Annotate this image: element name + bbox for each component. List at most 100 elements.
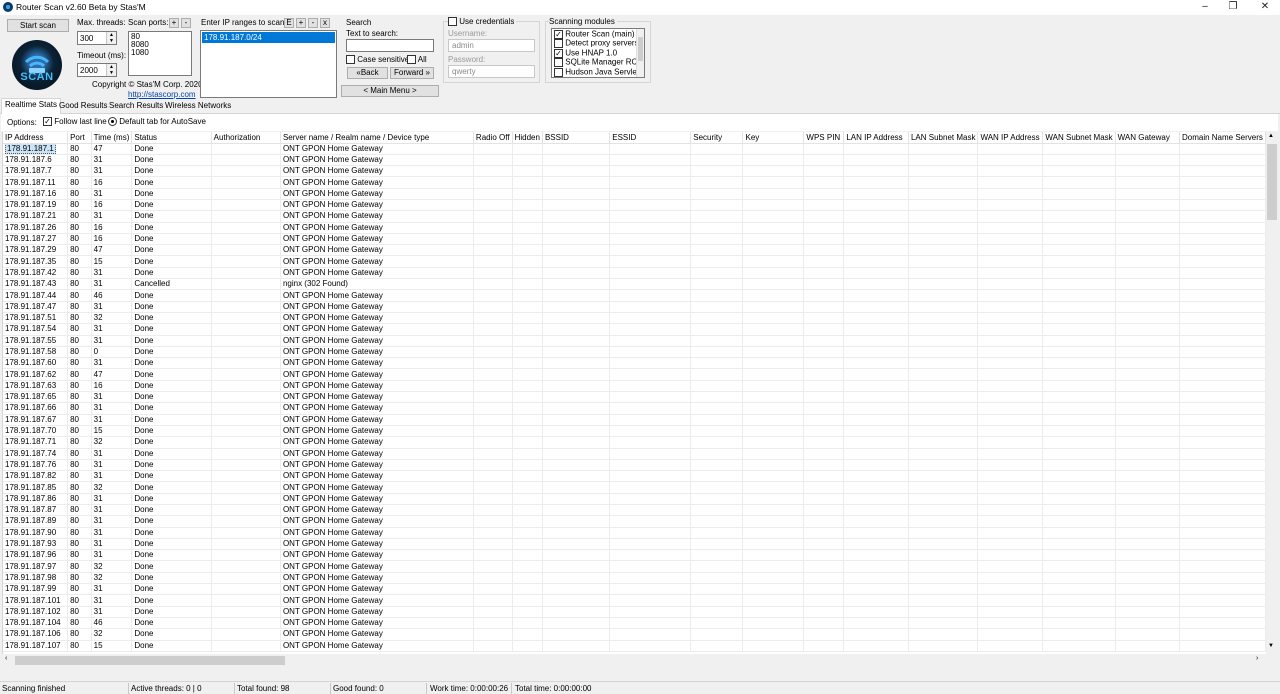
- tab-search-results[interactable]: Search Results: [106, 100, 166, 113]
- max-threads-field[interactable]: 300 ▲ ▼: [77, 31, 117, 45]
- table-row[interactable]: 178.91.187.60 80 31 Done ONT GPON Home Gatew…: [3, 357, 1266, 370]
- follow-last-line-checkbox[interactable]: ✓: [43, 117, 52, 127]
- column-header[interactable]: LAN Subnet Mask: [908, 132, 979, 144]
- back-button[interactable]: «Back: [347, 67, 388, 79]
- clear-ranges-button[interactable]: x: [320, 18, 330, 28]
- table-row[interactable]: 178.91.187.104 80 46 Done ONT GPON Home Gate…: [3, 617, 1266, 630]
- ip-ranges-list[interactable]: 178.91.187.0/24: [200, 30, 337, 98]
- column-header[interactable]: BSSID: [542, 132, 611, 144]
- table-row[interactable]: 178.91.187.96 80 31 Done ONT GPON Home Gatew…: [3, 549, 1266, 562]
- scroll-right-arrow[interactable]: ›: [1256, 655, 1258, 662]
- username-field[interactable]: admin: [448, 39, 535, 52]
- table-row[interactable]: 178.91.187.65 80 31 Done ONT GPON Home Gatew…: [3, 391, 1266, 404]
- table-row[interactable]: 178.91.187.86 80 31 Done ONT GPON Home Gatew…: [3, 493, 1266, 506]
- column-header[interactable]: Hidden: [512, 132, 543, 144]
- table-row[interactable]: 178.91.187.54 80 31 Done ONT GPON Home Gatew…: [3, 323, 1266, 336]
- column-header[interactable]: Radio Off: [473, 132, 513, 144]
- table-row[interactable]: 178.91.187.102 80 31 Done ONT GPON Home Gate…: [3, 606, 1266, 618]
- maximize-button[interactable]: ❐: [1220, 0, 1246, 15]
- close-button[interactable]: ✕: [1252, 0, 1278, 15]
- table-row[interactable]: 178.91.187.106 80 32 Done ONT GPON Home Gate…: [3, 628, 1266, 641]
- table-row[interactable]: 178.91.187.97 80 32 Done ONT GPON Home Gatew…: [3, 560, 1266, 573]
- column-header[interactable]: Key: [742, 132, 805, 144]
- default-tab-option[interactable]: Default tab for AutoSave: [108, 117, 206, 127]
- table-row[interactable]: 178.91.187.27 80 16 Done ONT GPON Home Gatew…: [3, 233, 1266, 246]
- column-header[interactable]: Time (ms): [91, 132, 133, 144]
- table-row[interactable]: 178.91.187.70 80 15 Done ONT GPON Home Gatew…: [3, 425, 1266, 438]
- table-row[interactable]: 178.91.187.89 80 31 Done ONT GPON Home Gatew…: [3, 515, 1266, 528]
- scroll-up-arrow[interactable]: ▲: [1268, 133, 1274, 139]
- table-row[interactable]: 178.91.187.55 80 31 Done ONT GPON Home Gatew…: [3, 335, 1266, 347]
- timeout-spinner[interactable]: ▲ ▼: [106, 64, 116, 76]
- table-row[interactable]: 178.91.187.82 80 31 Done ONT GPON Home Gatew…: [3, 470, 1266, 483]
- column-header[interactable]: LAN IP Address: [843, 132, 909, 144]
- add-range-button[interactable]: +: [296, 18, 306, 28]
- module-hudson[interactable]: Hudson Java Servlet: [554, 67, 642, 77]
- module-detect-proxy[interactable]: Detect proxy servers: [554, 39, 642, 49]
- main-menu-button[interactable]: < Main Menu >: [341, 85, 439, 97]
- table-row[interactable]: 178.91.187.26 80 16 Done ONT GPON Home Gatew…: [3, 222, 1266, 234]
- results-grid[interactable]: IP Address Port Time (ms) Status Authorizati…: [2, 132, 1266, 654]
- table-row[interactable]: 178.91.187.99 80 31 Done ONT GPON Home Gatew…: [3, 583, 1266, 596]
- add-port-button[interactable]: +: [169, 18, 179, 28]
- column-header[interactable]: WAN Gateway: [1115, 132, 1180, 144]
- follow-last-line-option[interactable]: ✓ Follow last line: [43, 117, 107, 127]
- module-hnap[interactable]: ✓ Use HNAP 1.0: [554, 49, 642, 58]
- use-credentials-option[interactable]: Use credentials: [448, 17, 517, 27]
- table-row[interactable]: 178.91.187.51 80 32 Done ONT GPON Home Gatew…: [3, 312, 1266, 325]
- table-row[interactable]: 178.91.187.63 80 16 Done ONT GPON Home Gatew…: [3, 380, 1266, 393]
- scroll-left-arrow[interactable]: ‹: [5, 655, 7, 662]
- max-threads-spinner[interactable]: ▲ ▼: [106, 32, 116, 44]
- vertical-scroll-thumb[interactable]: [1267, 144, 1277, 220]
- table-row[interactable]: 178.91.187.62 80 47 Done ONT GPON Home Gatew…: [3, 368, 1266, 381]
- table-row[interactable]: 178.91.187.71 80 32 Done ONT GPON Home Gatew…: [3, 436, 1266, 449]
- table-row[interactable]: 178.91.187.1 80 47 Done ONT GPON Home Gatewa…: [3, 143, 1266, 155]
- table-row[interactable]: 178.91.187.98 80 32 Done ONT GPON Home Gatew…: [3, 572, 1266, 585]
- column-header[interactable]: WAN IP Address: [977, 132, 1044, 144]
- modules-scrollbar[interactable]: [636, 29, 644, 77]
- table-row[interactable]: 178.91.187.21 80 31 Done ONT GPON Home Gatew…: [3, 210, 1266, 223]
- table-row[interactable]: 178.91.187.107 80 15 Done ONT GPON Home Gate…: [3, 640, 1266, 652]
- table-row[interactable]: 178.91.187.101 80 31 Done ONT GPON Home Gate…: [3, 594, 1266, 607]
- table-row[interactable]: 178.91.187.42 80 31 Done ONT GPON Home Gatew…: [3, 267, 1266, 280]
- column-header[interactable]: IP Address: [3, 132, 69, 144]
- timeout-field[interactable]: 2000 ▲ ▼: [77, 63, 117, 77]
- default-tab-radio[interactable]: [108, 117, 117, 127]
- horizontal-scroll-thumb[interactable]: [15, 656, 285, 665]
- remove-port-button[interactable]: -: [181, 18, 191, 28]
- ports-list[interactable]: 80 8080 1080: [128, 31, 192, 76]
- minimize-button[interactable]: –: [1192, 0, 1218, 15]
- column-header[interactable]: Authorization: [211, 132, 281, 144]
- table-row[interactable]: 178.91.187.11 80 16 Done ONT GPON Home Gatew…: [3, 176, 1266, 189]
- table-row[interactable]: 178.91.187.85 80 32 Done ONT GPON Home Gatew…: [3, 481, 1266, 494]
- scroll-down-arrow[interactable]: ▼: [1268, 643, 1274, 649]
- search-input[interactable]: [346, 39, 434, 52]
- column-header[interactable]: ESSID: [609, 132, 692, 144]
- table-row[interactable]: 178.91.187.47 80 31 Done ONT GPON Home Gatew…: [3, 301, 1266, 313]
- remove-range-button[interactable]: -: [308, 18, 318, 28]
- case-sensitive-checkbox[interactable]: [346, 55, 355, 65]
- column-header[interactable]: Security: [690, 132, 744, 144]
- start-scan-button[interactable]: Start scan: [7, 19, 69, 32]
- table-row[interactable]: 178.91.187.35 80 15 Done ONT GPON Home Gatew…: [3, 255, 1266, 268]
- column-header[interactable]: WPS PIN: [803, 132, 845, 144]
- port-item[interactable]: 1080: [131, 49, 189, 57]
- search-all-option[interactable]: All: [407, 55, 427, 65]
- case-sensitive-option[interactable]: Case sensitive: [346, 55, 409, 65]
- table-row[interactable]: 178.91.187.67 80 31 Done ONT GPON Home Gatew…: [3, 414, 1266, 426]
- modules-list[interactable]: ✓ Router Scan (main) Detect proxy server…: [551, 28, 645, 78]
- use-credentials-checkbox[interactable]: [448, 17, 457, 27]
- table-row[interactable]: 178.91.187.6 80 31 Done ONT GPON Home Gatewa…: [3, 154, 1266, 167]
- table-row[interactable]: 178.91.187.29 80 47 Done ONT GPON Home Gatew…: [3, 244, 1266, 257]
- table-row[interactable]: 178.91.187.66 80 31 Done ONT GPON Home Gatew…: [3, 402, 1266, 415]
- tab-realtime-stats[interactable]: Realtime Stats: [1, 98, 62, 114]
- table-row[interactable]: 178.91.187.87 80 31 Done ONT GPON Home Gatew…: [3, 504, 1266, 517]
- table-row[interactable]: 178.91.187.76 80 31 Done ONT GPON Home Gatew…: [3, 459, 1266, 472]
- table-row[interactable]: 178.91.187.74 80 31 Done ONT GPON Home Gatew…: [3, 448, 1266, 460]
- forward-button[interactable]: Forward »: [390, 67, 434, 79]
- ip-range-item[interactable]: 178.91.187.0/24: [202, 32, 335, 43]
- module-router-scan[interactable]: ✓ Router Scan (main): [554, 30, 642, 39]
- table-row[interactable]: 178.91.187.16 80 31 Done ONT GPON Home Gatew…: [3, 188, 1266, 200]
- table-row[interactable]: 178.91.187.7 80 31 Done ONT GPON Home Gatewa…: [3, 165, 1266, 178]
- tab-wireless-networks[interactable]: Wireless Networks: [162, 100, 234, 113]
